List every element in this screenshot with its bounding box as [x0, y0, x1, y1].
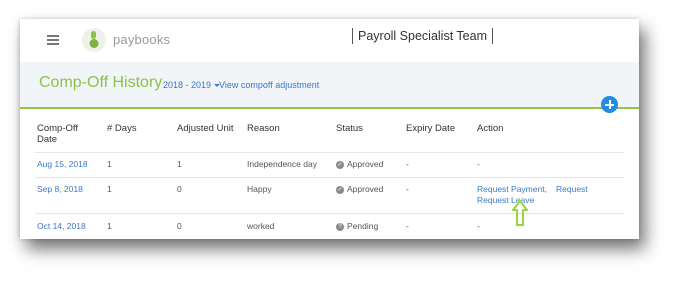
status-label: Approved	[347, 184, 384, 194]
brand-name: paybooks	[113, 32, 171, 47]
status-cell: ? Pending	[336, 221, 378, 231]
expiry-date-cell: -	[406, 159, 409, 169]
status-cell: ✓ Approved	[336, 159, 383, 169]
adjusted-unit-cell: 1	[177, 159, 182, 169]
up-arrow-icon	[512, 200, 528, 226]
hamburger-icon[interactable]	[47, 35, 59, 45]
subheader: Comp-Off History 2018 - 2019 View compof…	[20, 62, 639, 109]
row-divider	[35, 213, 624, 214]
days-cell: 1	[107, 221, 112, 231]
plus-circle-icon[interactable]	[601, 96, 618, 113]
question-circle-icon: ?	[336, 222, 344, 231]
request-payment-link[interactable]: Request Payment,	[477, 184, 547, 194]
adjusted-unit-cell: 0	[177, 184, 182, 194]
check-circle-icon: ✓	[336, 185, 344, 194]
column-header-status: Status	[336, 123, 363, 134]
adjusted-unit-cell: 0	[177, 221, 182, 231]
request-leave-link-part1[interactable]: Request	[556, 184, 588, 194]
year-selector-label: 2018 - 2019	[163, 80, 212, 90]
column-header-adjusted-unit: Adjusted Unit	[177, 123, 234, 134]
status-label: Approved	[347, 159, 384, 169]
column-header-expiry-date: Expiry Date	[406, 123, 456, 134]
top-bar: paybooks Payroll Specialist Team	[20, 19, 639, 63]
team-name: Payroll Specialist Team	[352, 28, 493, 44]
status-cell: ✓ Approved	[336, 184, 383, 194]
expiry-date-cell: -	[406, 184, 409, 194]
comp-off-date-link[interactable]: Sep 8, 2018	[37, 184, 83, 194]
row-divider	[35, 152, 624, 153]
status-label: Pending	[347, 221, 379, 231]
column-header-comp-off-date: Comp-Off Date	[37, 123, 79, 145]
days-cell: 1	[107, 159, 112, 169]
reason-cell: Independence day	[247, 159, 317, 169]
expiry-date-cell: -	[406, 221, 409, 231]
year-selector[interactable]: 2018 - 2019	[163, 80, 221, 90]
view-compoff-adjustment-link[interactable]: View compoff adjustment	[219, 80, 319, 90]
action-cell: -	[477, 221, 480, 231]
column-header-action: Action	[477, 123, 504, 134]
reason-cell: worked	[247, 221, 275, 231]
reason-cell: Happy	[247, 184, 272, 194]
column-header-reason: Reason	[247, 123, 280, 134]
action-cell: -	[477, 159, 480, 169]
row-divider	[35, 177, 624, 178]
check-circle-icon: ✓	[336, 160, 344, 169]
days-cell: 1	[107, 184, 112, 194]
comp-off-date-link[interactable]: Oct 14, 2018	[37, 221, 86, 231]
comp-off-date-link[interactable]: Aug 15, 2018	[37, 159, 88, 169]
comp-off-card: paybooks Payroll Specialist Team Comp-Of…	[20, 19, 639, 239]
paybooks-logo-icon	[82, 28, 106, 52]
column-header-days: # Days	[107, 123, 137, 134]
page-title: Comp-Off History	[39, 74, 163, 91]
